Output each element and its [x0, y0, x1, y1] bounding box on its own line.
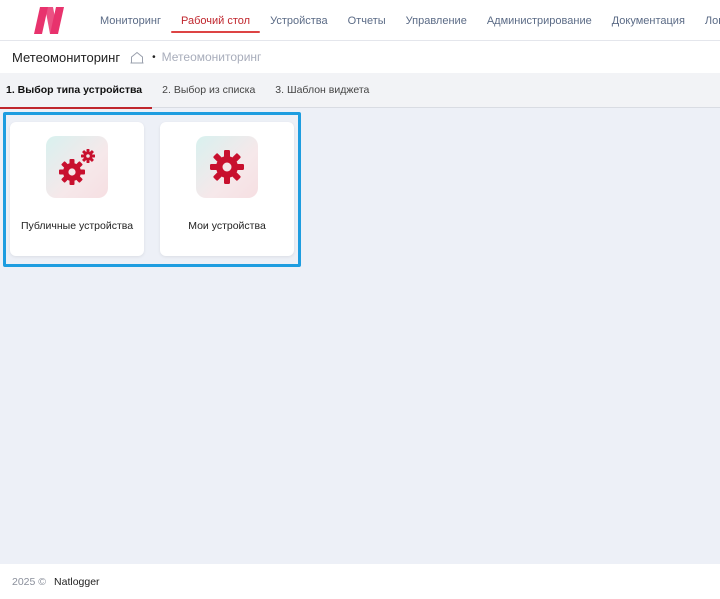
step-widget-template[interactable]: 3. Шаблон виджета [265, 73, 379, 108]
step-device-type[interactable]: 1. Выбор типа устройства [0, 73, 153, 109]
gear-icon [196, 136, 258, 198]
step-select-from-list[interactable]: 2. Выбор из списка [152, 73, 265, 108]
breadcrumb: Метеомониторинг • Метеомониторинг [0, 41, 720, 73]
card-label: Мои устройства [188, 220, 266, 232]
gears-icon [46, 136, 108, 198]
main-nav: Мониторинг Рабочий стол Устройства Отчет… [90, 0, 720, 41]
wizard-steps: 1. Выбор типа устройства 2. Выбор из спи… [0, 73, 720, 109]
nav-item-management[interactable]: Управление [396, 0, 477, 41]
nav-item-administration[interactable]: Администрирование [477, 0, 602, 41]
top-navbar: Мониторинг Рабочий стол Устройства Отчет… [0, 0, 720, 41]
card-my-devices[interactable]: Мои устройства [160, 122, 294, 256]
app-logo[interactable] [34, 7, 70, 34]
nav-item-desktop[interactable]: Рабочий стол [171, 0, 261, 41]
footer-copyright: 2025 © [12, 575, 47, 588]
footer-brand[interactable]: Natlogger [54, 576, 100, 588]
nav-item-documentation[interactable]: Документация [602, 0, 695, 41]
nav-item-reports[interactable]: Отчеты [338, 0, 396, 41]
footer: 2025 © Natlogger [0, 564, 720, 599]
card-public-devices[interactable]: Публичные устройства [10, 122, 144, 256]
breadcrumb-separator: • [152, 51, 156, 63]
breadcrumb-current: Метеомониторинг [161, 50, 262, 64]
card-label: Публичные устройства [20, 220, 134, 232]
nav-item-monitoring[interactable]: Мониторинг [90, 0, 171, 41]
page-title: Метеомониторинг [12, 49, 121, 65]
home-icon[interactable] [130, 51, 144, 64]
nav-item-logs[interactable]: Логи [695, 0, 720, 41]
nav-item-devices[interactable]: Устройства [260, 0, 338, 41]
